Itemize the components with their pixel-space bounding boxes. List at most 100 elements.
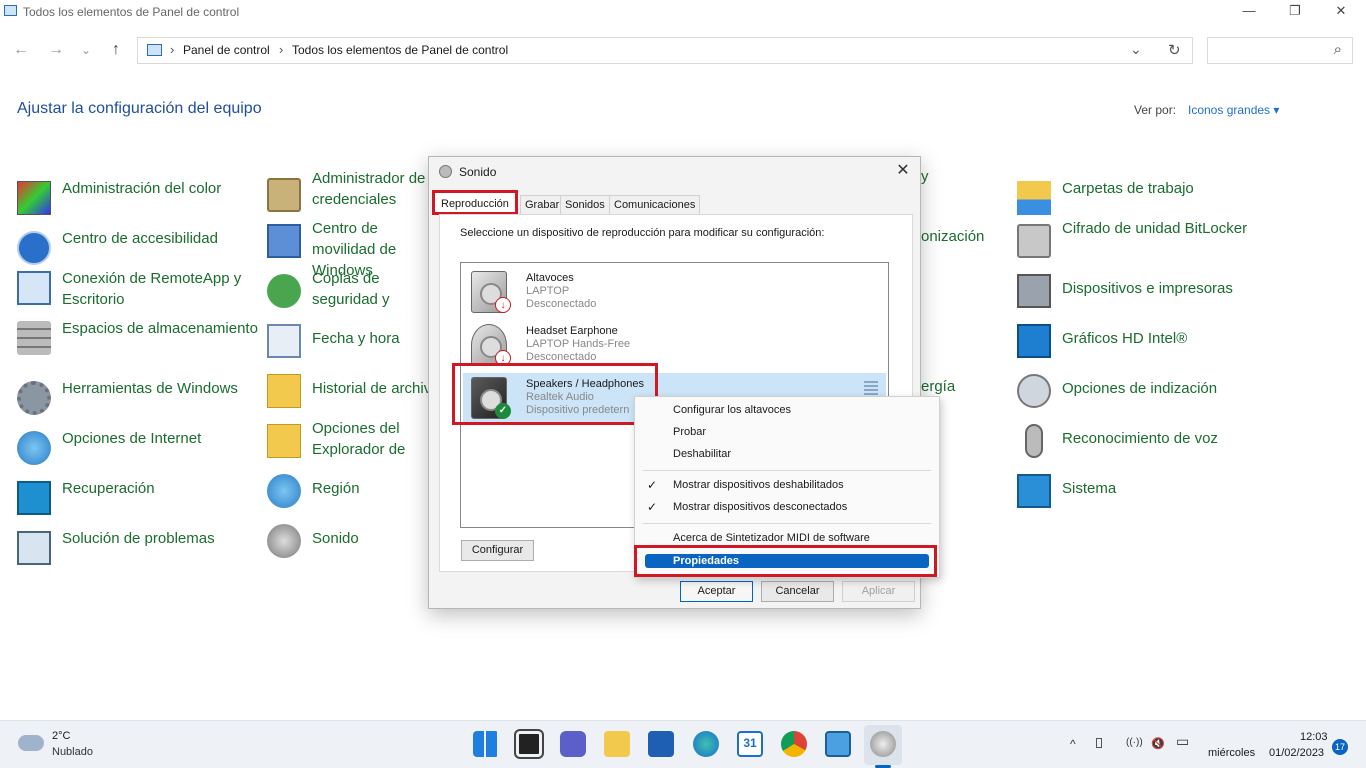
ok-button[interactable]: Aceptar bbox=[680, 581, 753, 602]
cp-item-mobility-center[interactable]: Centro de movilidad de Windows bbox=[267, 218, 437, 279]
highlight-frame bbox=[452, 363, 658, 425]
recent-locations-button[interactable]: ⌄ bbox=[76, 40, 96, 60]
tools-gear-icon bbox=[17, 381, 51, 415]
cp-item-speech-recognition[interactable]: Reconocimiento de voz bbox=[1017, 424, 1257, 472]
cp-item-storage-spaces[interactable]: Espacios de almacenamiento bbox=[17, 318, 258, 362]
cp-item-internet-options[interactable]: Opciones de Internet bbox=[17, 428, 257, 472]
start-windows-icon[interactable] bbox=[473, 731, 499, 757]
monitor-icon bbox=[1017, 474, 1051, 508]
weather-temperature[interactable]: 2°C bbox=[52, 730, 70, 742]
menu-item-show-disabled[interactable]: Mostrar dispositivos deshabilitados bbox=[673, 479, 844, 491]
work-folders-icon bbox=[1017, 181, 1051, 215]
cp-item-color-management[interactable]: Administración del color bbox=[17, 178, 257, 222]
cp-item-remoteapp[interactable]: Conexión de RemoteApp y Escritorio bbox=[17, 268, 257, 312]
cp-item-date-time[interactable]: Fecha y hora bbox=[267, 324, 437, 372]
close-button[interactable]: ✕ bbox=[1318, 0, 1364, 24]
keyboard-icon[interactable] bbox=[1096, 738, 1102, 748]
search-input[interactable]: ⌕ bbox=[1207, 37, 1353, 64]
chat-icon[interactable] bbox=[560, 731, 586, 757]
accessibility-icon bbox=[17, 231, 51, 265]
region-globe-icon bbox=[267, 474, 301, 508]
color-management-icon bbox=[17, 181, 51, 215]
cp-item-bitlocker[interactable]: Cifrado de unidad BitLocker bbox=[1017, 218, 1257, 262]
view-by-label: Ver por: bbox=[1134, 103, 1177, 117]
cp-item-explorer-options[interactable]: Opciones del Explorador de archivos bbox=[267, 418, 437, 462]
view-by-dropdown[interactable]: Iconos grandes ▾ bbox=[1188, 103, 1279, 117]
cp-item-region[interactable]: Región bbox=[267, 474, 437, 522]
clock-day[interactable]: miércoles bbox=[1208, 747, 1255, 759]
breadcrumb-separator: › bbox=[170, 42, 175, 57]
cp-item-partial-label[interactable]: onización bbox=[921, 228, 984, 245]
menu-item-test[interactable]: Probar bbox=[673, 426, 706, 438]
edge-icon[interactable] bbox=[693, 731, 719, 757]
cp-item-devices-printers[interactable]: Dispositivos e impresoras bbox=[1017, 274, 1257, 322]
tab-communications[interactable]: Comunicaciones bbox=[609, 195, 701, 214]
breadcrumb-all-items[interactable]: Todos los elementos de Panel de control bbox=[292, 43, 508, 57]
check-icon: ✓ bbox=[647, 478, 658, 492]
notification-badge[interactable]: 17 bbox=[1332, 739, 1348, 755]
forward-button[interactable]: → bbox=[46, 40, 66, 60]
cp-item-accessibility[interactable]: Centro de accesibilidad bbox=[17, 228, 257, 272]
up-button[interactable]: ↑ bbox=[106, 40, 126, 60]
calendar-icon[interactable]: 31 bbox=[737, 731, 763, 757]
restore-button[interactable]: ❐ bbox=[1272, 0, 1318, 24]
backup-icon bbox=[267, 274, 301, 308]
store-icon[interactable] bbox=[648, 731, 674, 757]
disconnected-arrow-icon: ↓ bbox=[495, 297, 511, 313]
battery-icon[interactable]: ▭ bbox=[1176, 733, 1189, 750]
mobility-icon bbox=[267, 224, 301, 258]
cp-item-file-history[interactable]: Historial de archivos bbox=[267, 374, 437, 422]
cp-item-credential-manager[interactable]: Administrador de credenciales bbox=[267, 168, 437, 212]
cp-item-sound[interactable]: Sonido bbox=[267, 524, 437, 572]
recovery-icon bbox=[17, 481, 51, 515]
cp-item-recovery[interactable]: Recuperación bbox=[17, 478, 257, 522]
dialog-title: Sonido bbox=[459, 165, 497, 179]
configure-button[interactable]: Configurar bbox=[461, 540, 534, 561]
clock-time[interactable]: 12:03 bbox=[1300, 731, 1328, 743]
cp-item-partial-label[interactable]: ergía bbox=[921, 378, 955, 395]
dialog-close-button[interactable]: ✕ bbox=[892, 160, 914, 182]
cp-item-system[interactable]: Sistema bbox=[1017, 474, 1257, 522]
tab-recording[interactable]: Grabar bbox=[520, 195, 565, 214]
cp-item-backup-restore[interactable]: Copias de seguridad y restauración (W... bbox=[267, 268, 437, 312]
chrome-icon[interactable] bbox=[781, 731, 807, 757]
menu-item-configure-speakers[interactable]: Configurar los altavoces bbox=[673, 404, 791, 416]
check-icon: ✓ bbox=[647, 500, 658, 514]
sound-app-icon[interactable] bbox=[870, 731, 896, 757]
chevron-up-icon[interactable]: ^ bbox=[1070, 737, 1076, 751]
menu-item-show-disconnected[interactable]: Mostrar dispositivos desconectados bbox=[673, 501, 847, 513]
apply-button[interactable]: Aplicar bbox=[842, 581, 915, 602]
cancel-button[interactable]: Cancelar bbox=[761, 581, 834, 602]
device-item[interactable]: ↓ Altavoces LAPTOP Desconectado bbox=[463, 267, 886, 319]
cp-item-partial-label[interactable]: y bbox=[921, 168, 929, 185]
cp-item-indexing-options[interactable]: Opciones de indización bbox=[1017, 374, 1257, 422]
address-bar[interactable]: › Panel de control › Todos los elementos… bbox=[137, 37, 1193, 64]
cp-item-troubleshooting[interactable]: Solución de problemas bbox=[17, 528, 257, 572]
device-description: LAPTOP Hands-Free bbox=[526, 338, 631, 350]
refresh-icon[interactable]: ↻ bbox=[1168, 41, 1181, 59]
tab-playback[interactable]: Reproducción bbox=[432, 190, 518, 215]
lock-key-icon bbox=[1017, 224, 1051, 258]
weather-condition[interactable]: Nublado bbox=[52, 746, 93, 758]
cloud-icon[interactable] bbox=[18, 735, 44, 751]
wifi-icon[interactable]: ((·)) bbox=[1126, 737, 1143, 748]
cp-item-work-folders[interactable]: Carpetas de trabajo bbox=[1017, 178, 1257, 222]
file-explorer-icon[interactable] bbox=[604, 731, 630, 757]
microphone-icon bbox=[1025, 424, 1043, 458]
tab-sounds[interactable]: Sonidos bbox=[560, 195, 610, 214]
control-panel-taskbar-icon[interactable] bbox=[825, 731, 851, 757]
cp-item-windows-tools[interactable]: Herramientas de Windows bbox=[17, 378, 257, 422]
breadcrumb-control-panel[interactable]: Panel de control bbox=[183, 43, 270, 57]
chevron-down-icon[interactable]: ⌄ bbox=[1130, 41, 1142, 58]
task-view-icon[interactable] bbox=[514, 729, 544, 759]
clock-date[interactable]: 01/02/2023 bbox=[1269, 747, 1324, 759]
menu-item-disable[interactable]: Deshabilitar bbox=[673, 448, 731, 460]
minimize-button[interactable]: — bbox=[1226, 0, 1272, 24]
menu-item-about-midi[interactable]: Acerca de Sintetizador MIDI de software bbox=[673, 532, 870, 544]
device-description: LAPTOP bbox=[526, 285, 570, 297]
speaker-icon bbox=[267, 524, 301, 558]
globe-icon bbox=[17, 431, 51, 465]
muted-volume-icon[interactable]: 🔇 bbox=[1151, 737, 1165, 750]
cp-item-intel-graphics[interactable]: Gráficos HD Intel® bbox=[1017, 324, 1257, 372]
back-button[interactable]: ← bbox=[11, 40, 31, 60]
